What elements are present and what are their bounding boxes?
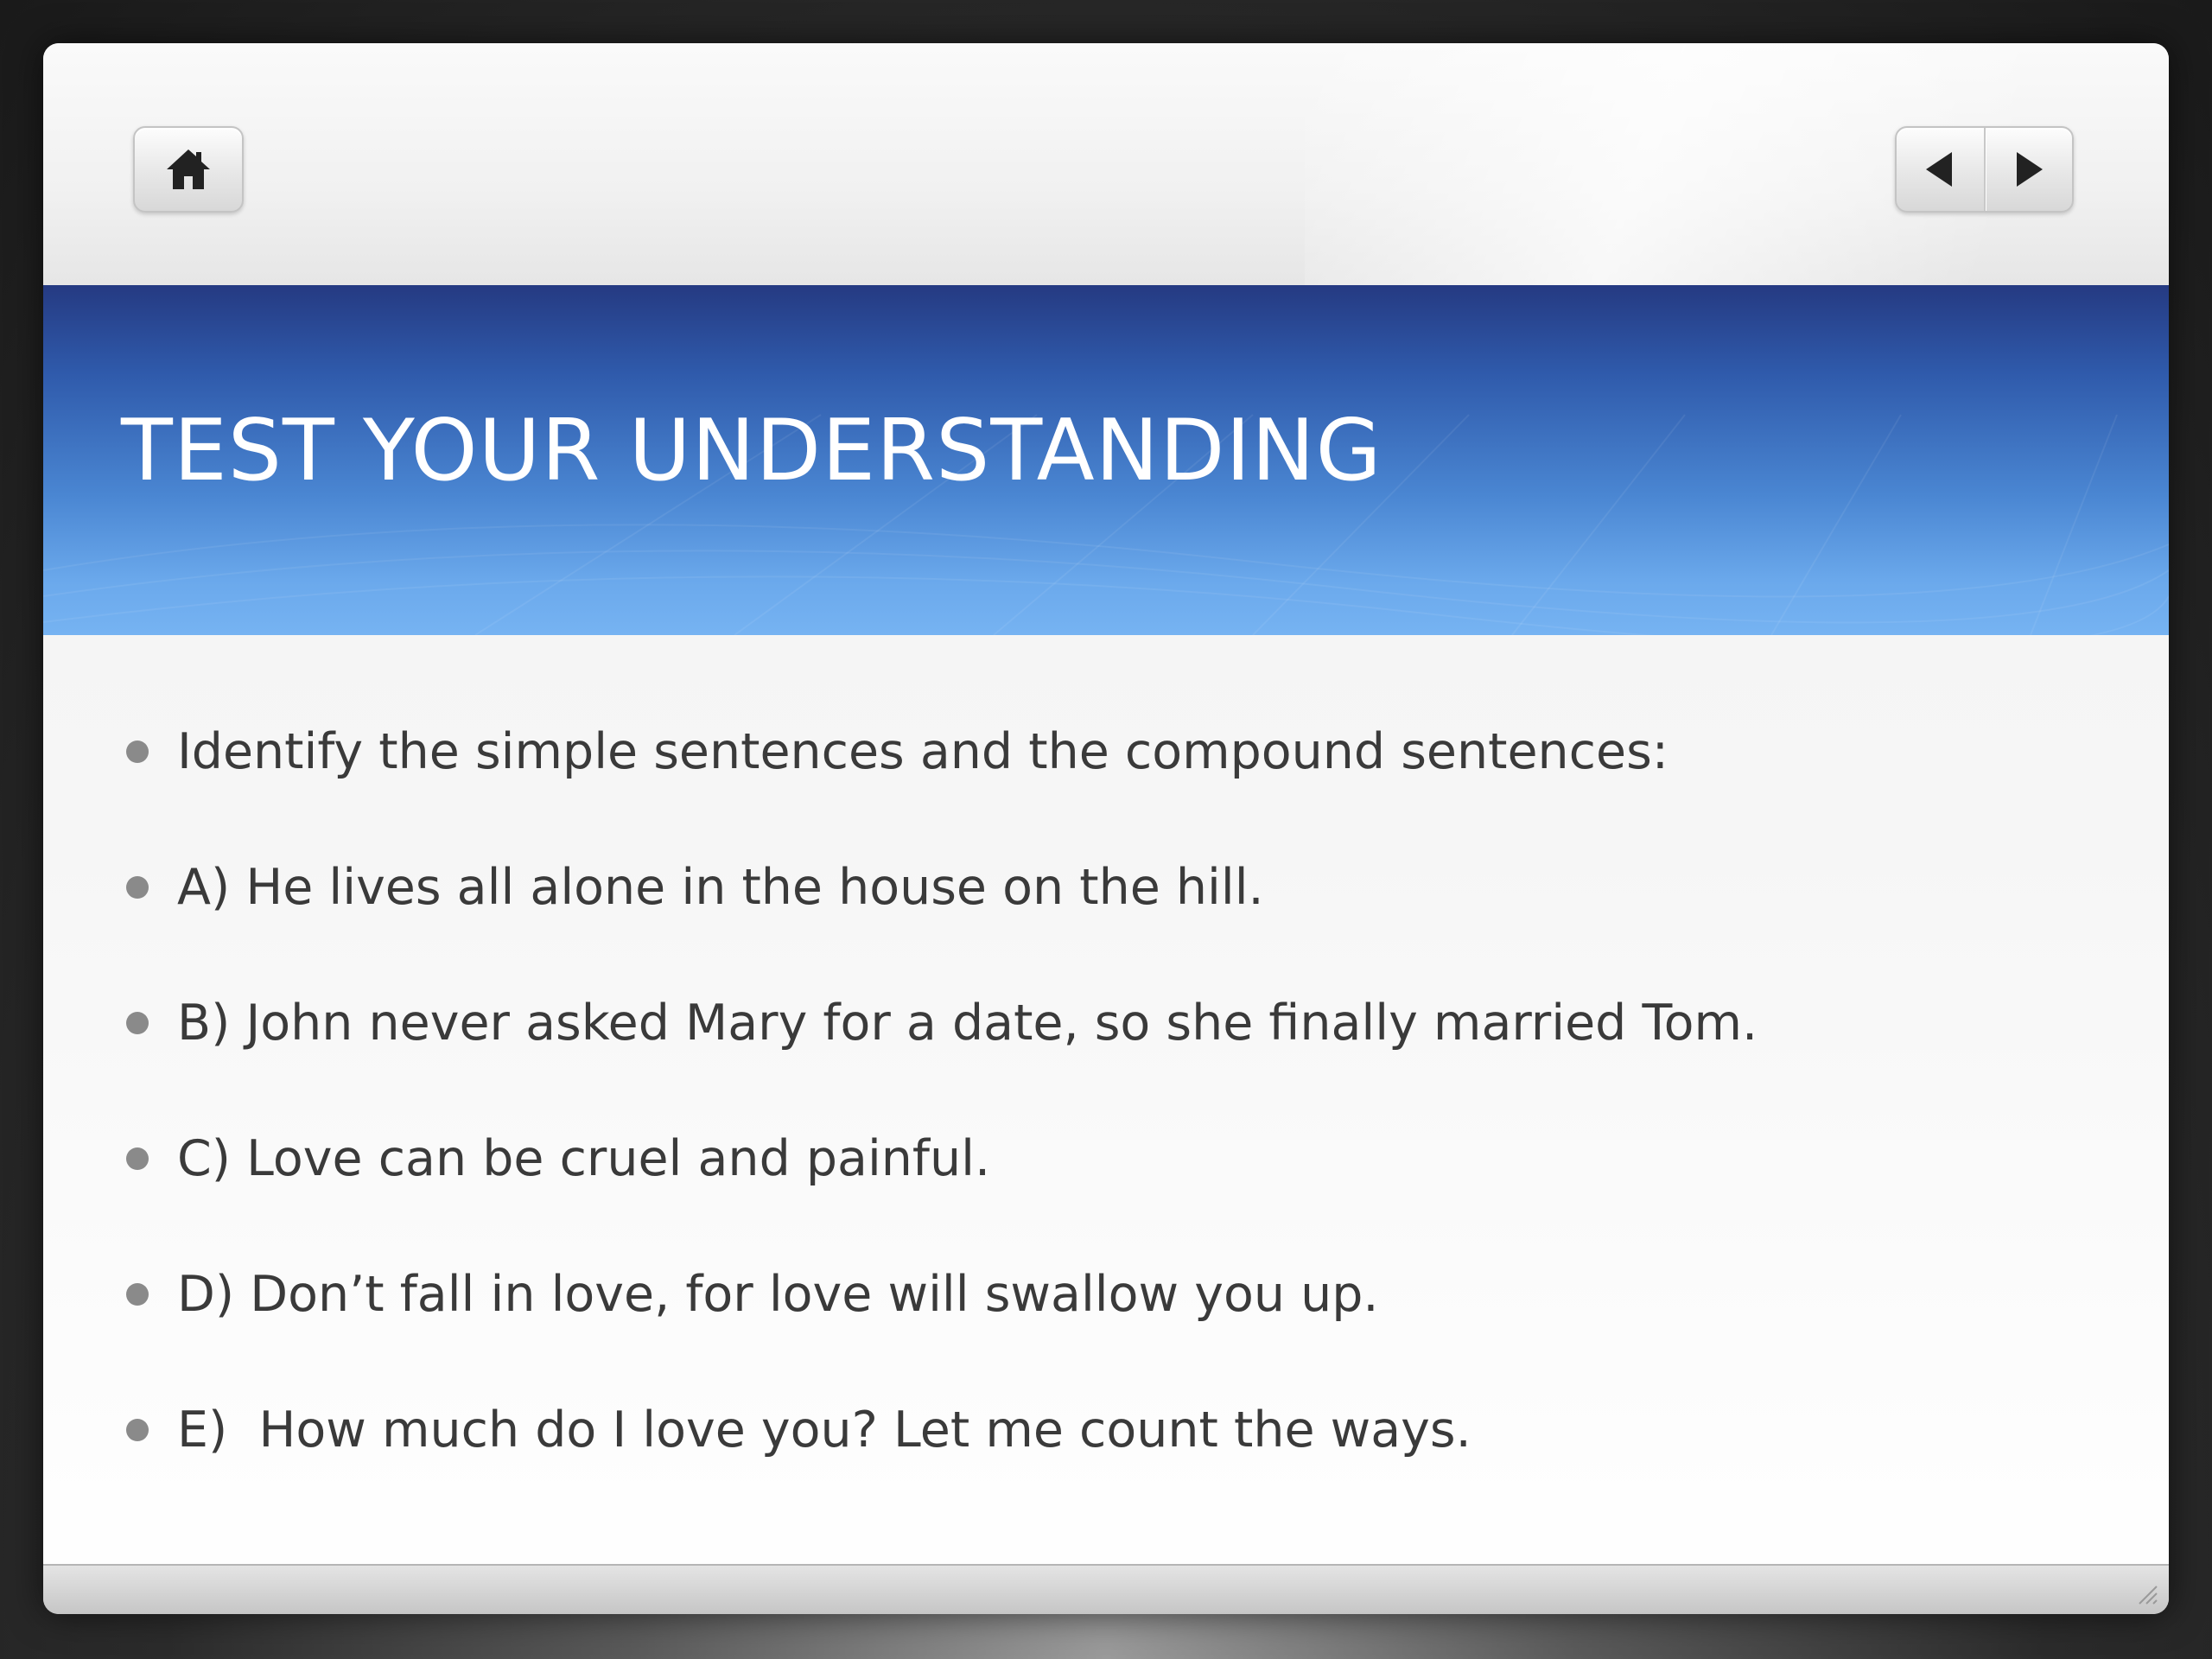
previous-slide-button[interactable] <box>1897 128 1986 211</box>
slide-navigation <box>1895 126 2074 213</box>
slide-header <box>43 43 2169 285</box>
title-band: TEST YOUR UNDERSTANDING <box>43 285 2169 635</box>
next-slide-button[interactable] <box>1986 128 2073 211</box>
bullet-text: B) John never asked Mary for a date, so … <box>177 995 1758 1052</box>
home-button[interactable] <box>133 126 244 213</box>
bullet-text: D) Don’t fall in love, for love will swa… <box>177 1266 1379 1323</box>
bullet-icon <box>126 1012 149 1034</box>
bullet-icon <box>126 741 149 763</box>
home-icon <box>167 149 210 189</box>
slide: TEST YOUR UNDERSTANDING Identify the sim… <box>43 43 2169 1614</box>
slide-title: TEST YOUR UNDERSTANDING <box>121 402 1382 500</box>
resize-grip-icon[interactable] <box>2133 1580 2158 1605</box>
bullet-icon <box>126 1419 149 1441</box>
bullet-text: C) Love can be cruel and painful. <box>177 1130 991 1187</box>
bullet-icon <box>126 1147 149 1170</box>
triangle-right-icon <box>2016 152 2043 187</box>
bullet-text: A) He lives all alone in the house on th… <box>177 859 1264 916</box>
bullet-icon <box>126 876 149 899</box>
bullet-text: E) How much do I love you? Let me count … <box>177 1402 1471 1459</box>
triangle-left-icon <box>1926 152 1953 187</box>
bullet-text: Identify the simple sentences and the co… <box>177 723 1669 780</box>
slide-footer <box>43 1564 2169 1614</box>
bullet-icon <box>126 1283 149 1306</box>
